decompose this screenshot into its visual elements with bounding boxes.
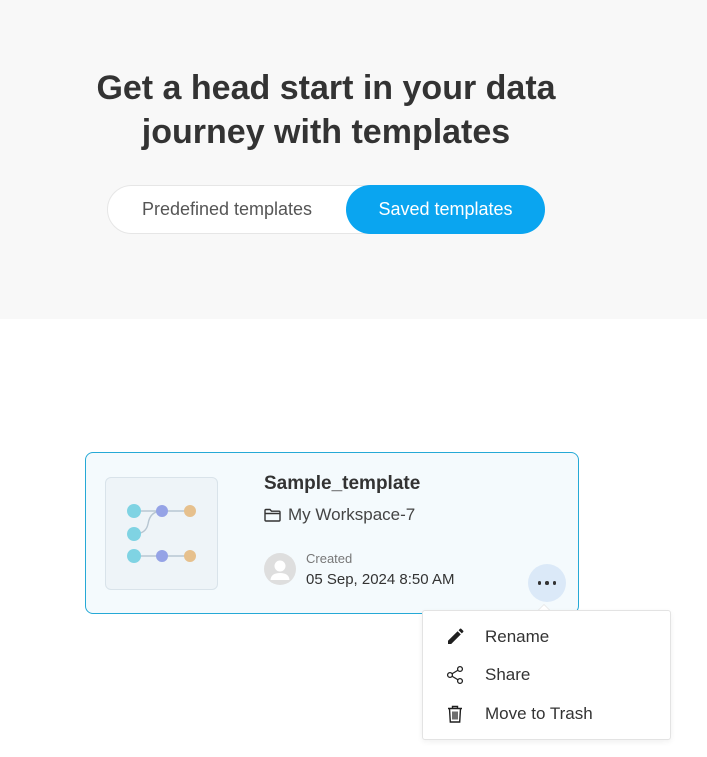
created-label: Created: [306, 551, 353, 566]
workflow-diagram-icon: [127, 504, 196, 563]
pencil-icon: [448, 628, 464, 644]
node-indigo: [156, 550, 168, 562]
workspace-name: My Workspace-7: [288, 505, 416, 524]
hero-section: Get a head start in your data journey wi…: [0, 0, 707, 319]
template-context-menu: Rename Share Move to Trash: [422, 610, 671, 740]
node-orange: [184, 505, 196, 517]
more-options-button[interactable]: [528, 564, 566, 602]
menu-item-label: Share: [485, 665, 531, 684]
page-title: Get a head start in your data journey wi…: [0, 66, 652, 154]
node-orange: [184, 550, 196, 562]
created-date: 05 Sep, 2024 8:50 AM: [306, 571, 455, 588]
template-card[interactable]: Sample_template My Workspace-7 Created 0…: [85, 452, 579, 614]
trash-icon: [448, 705, 462, 723]
node-cyan: [127, 504, 141, 518]
template-workspace: My Workspace-7: [264, 504, 415, 526]
node-cyan: [127, 549, 141, 563]
share-icon: [446, 665, 464, 685]
template-thumbnail: [105, 477, 218, 590]
tab-predefined-templates[interactable]: Predefined templates: [108, 185, 346, 234]
page-title-line-2: journey with templates: [141, 113, 511, 151]
user-avatar-icon: [264, 553, 296, 585]
more-horizontal-icon: [537, 581, 542, 585]
menu-item-label: Move to Trash: [485, 704, 593, 723]
node-cyan: [127, 527, 141, 541]
tab-saved-templates[interactable]: Saved templates: [346, 185, 545, 234]
page-title-line-1: Get a head start in your data: [96, 69, 556, 107]
menu-item-rename[interactable]: Rename: [423, 619, 670, 655]
template-name[interactable]: Sample_template: [264, 473, 420, 495]
menu-item-share[interactable]: Share: [423, 657, 670, 693]
menu-item-move-to-trash[interactable]: Move to Trash: [423, 696, 670, 732]
template-type-toggle: Predefined templates Saved templates: [107, 185, 545, 234]
node-indigo: [156, 505, 168, 517]
menu-item-label: Rename: [485, 627, 550, 646]
folder-icon: [264, 508, 281, 522]
